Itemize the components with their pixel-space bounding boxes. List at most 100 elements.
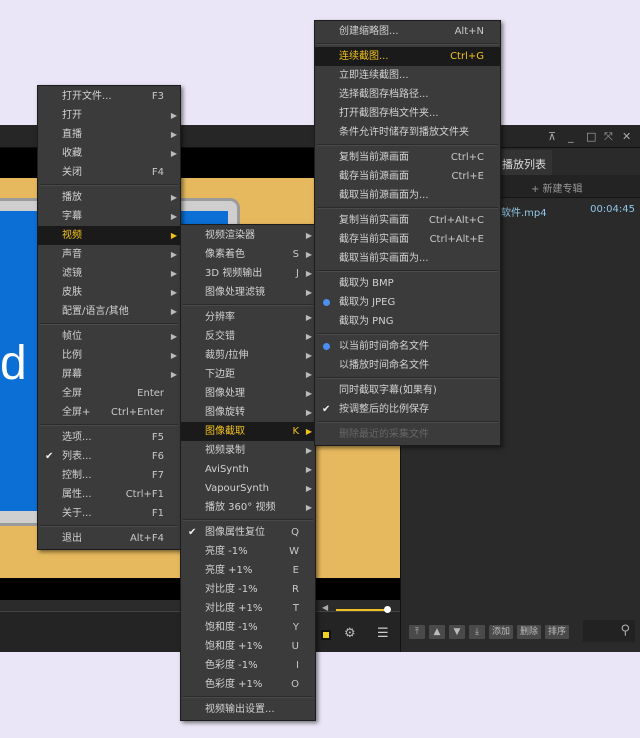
menu-item[interactable]: 帧位 ▶: [38, 327, 180, 346]
menu-item-label: 视频渲染器: [205, 230, 255, 241]
move-up-button[interactable]: ▲: [429, 625, 445, 639]
menu-item[interactable]: 裁剪/拉伸 ▶: [181, 346, 315, 365]
menu-item[interactable]: 视频渲染器 ▶: [181, 226, 315, 245]
menu-item[interactable]: 图像截取 K ▶: [181, 422, 315, 441]
menu-item[interactable]: 3D 视频输出 J ▶: [181, 264, 315, 283]
menu-item[interactable]: 视频 ▶: [38, 226, 180, 245]
menu-item[interactable]: 全屏+ Ctrl+Enter: [38, 403, 180, 422]
menu-item[interactable]: 色彩度 -1% I: [181, 656, 315, 675]
menu-item[interactable]: 声音 ▶: [38, 245, 180, 264]
menu-item[interactable]: 屏幕 ▶: [38, 365, 180, 384]
menu-item-label: 以播放时间命名文件: [339, 360, 429, 371]
menu-item[interactable]: 图像属性复位 Q ✔: [181, 523, 315, 542]
menu-item[interactable]: 截取当前源画面为...: [315, 186, 500, 205]
menu-item[interactable]: 按调整后的比例保存 ✔: [315, 400, 500, 419]
menu-item[interactable]: 图像旋转 ▶: [181, 403, 315, 422]
menu-item-label: 视频输出设置...: [205, 704, 275, 715]
menu-item[interactable]: 视频输出设置...: [181, 700, 315, 719]
menu-item[interactable]: 选择截图存档路径...: [315, 85, 500, 104]
new-album-button[interactable]: + 新建专辑: [531, 180, 583, 195]
menu-item[interactable]: 控制... F7: [38, 466, 180, 485]
menu-item[interactable]: 条件允许时储存到播放文件夹: [315, 123, 500, 142]
menu-item[interactable]: 选项... F5: [38, 428, 180, 447]
menu-icon[interactable]: ☰: [377, 626, 389, 641]
menu-item[interactable]: 连续截图... Ctrl+G: [315, 47, 500, 66]
move-bottom-button[interactable]: ⤓: [469, 625, 485, 639]
menu-item[interactable]: 字幕 ▶: [38, 207, 180, 226]
menu-item[interactable]: 图像处理 ▶: [181, 384, 315, 403]
move-down-button[interactable]: ▼: [449, 625, 465, 639]
menu-item[interactable]: 饱和度 -1% Y: [181, 618, 315, 637]
volume-slider[interactable]: ◀: [318, 603, 400, 616]
menu-item[interactable]: 下边距 ▶: [181, 365, 315, 384]
menu-item[interactable]: 关于... F1: [38, 504, 180, 523]
menu-item[interactable]: 比例 ▶: [38, 346, 180, 365]
menu-item[interactable]: 皮肤 ▶: [38, 283, 180, 302]
menu-item[interactable]: 亮度 -1% W: [181, 542, 315, 561]
menu-item-label: 滤镜: [62, 268, 82, 279]
menu-item[interactable]: 以播放时间命名文件: [315, 356, 500, 375]
menu-item-label: 收藏: [62, 148, 82, 159]
menu-item[interactable]: 同时截取字幕(如果有): [315, 381, 500, 400]
move-top-button[interactable]: ⤒: [409, 625, 425, 639]
close-icon[interactable]: ✕: [622, 130, 631, 143]
menu-item[interactable]: 亮度 +1% E: [181, 561, 315, 580]
menu-item[interactable]: 像素着色 S ▶: [181, 245, 315, 264]
menu-item[interactable]: 打开 ▶: [38, 106, 180, 125]
menu-item[interactable]: 截存当前源画面 Ctrl+E: [315, 167, 500, 186]
menu-item[interactable]: 分辨率 ▶: [181, 308, 315, 327]
menu-item[interactable]: 反交错 ▶: [181, 327, 315, 346]
menu-item-label: 3D 视频输出: [205, 268, 263, 279]
menu-item[interactable]: VapourSynth ▶: [181, 479, 315, 498]
submenu-arrow-icon: ▶: [305, 389, 312, 398]
menu-item-shortcut: Ctrl+C: [450, 152, 484, 163]
menu-item[interactable]: 截取为 PNG: [315, 312, 500, 331]
menu-item[interactable]: 对比度 -1% R: [181, 580, 315, 599]
pin-icon[interactable]: ⊼: [548, 130, 556, 143]
menu-item[interactable]: 滤镜 ▶: [38, 264, 180, 283]
submenu-arrow-icon: ▶: [170, 212, 177, 221]
menu-item[interactable]: 复制当前实画面 Ctrl+Alt+C: [315, 211, 500, 230]
maximize-icon[interactable]: □: [586, 130, 596, 143]
sort-button[interactable]: 排序: [545, 625, 570, 639]
menu-item[interactable]: 色彩度 +1% O: [181, 675, 315, 694]
menu-item[interactable]: 截存当前实画面 Ctrl+Alt+E: [315, 230, 500, 249]
volume-icon[interactable]: ◀: [322, 603, 328, 612]
add-button[interactable]: 添加: [489, 625, 514, 639]
menu-item[interactable]: 饱和度 +1% U: [181, 637, 315, 656]
menu-item[interactable]: 打开截图存档文件夹...: [315, 104, 500, 123]
menu-item[interactable]: 以当前时间命名文件: [315, 337, 500, 356]
menu-item[interactable]: 截取当前实画面为...: [315, 249, 500, 268]
menu-item[interactable]: 立即连续截图...: [315, 66, 500, 85]
menu-item[interactable]: 列表... F6 ✔: [38, 447, 180, 466]
menu-item[interactable]: AviSynth ▶: [181, 460, 315, 479]
menu-item[interactable]: 全屏 Enter: [38, 384, 180, 403]
menu-item-shortcut: F6: [151, 451, 164, 462]
menu-item[interactable]: 播放 ▶: [38, 188, 180, 207]
menu-item[interactable]: 收藏 ▶: [38, 144, 180, 163]
menu-item-shortcut: Y: [292, 622, 299, 633]
menu-item[interactable]: 关闭 F4: [38, 163, 180, 182]
menu-item-label: 截取当前源画面为...: [339, 190, 429, 201]
menu-item[interactable]: 直播 ▶: [38, 125, 180, 144]
menu-item[interactable]: 视频录制 ▶: [181, 441, 315, 460]
tab-playlist[interactable]: 播放列表: [496, 150, 552, 175]
playlist-toggle-icon[interactable]: [321, 630, 331, 640]
fullscreen-icon[interactable]: ⤧: [604, 130, 613, 144]
menu-item[interactable]: 截取为 JPEG: [315, 293, 500, 312]
menu-item[interactable]: 图像处理滤镜 ▶: [181, 283, 315, 302]
menu-item[interactable]: 创建缩略图... Alt+N: [315, 22, 500, 41]
menu-item[interactable]: 属性... Ctrl+F1: [38, 485, 180, 504]
search-button[interactable]: ⚲: [583, 620, 635, 642]
minimize-icon[interactable]: _: [568, 130, 574, 143]
menu-item[interactable]: 复制当前源画面 Ctrl+C: [315, 148, 500, 167]
menu-item[interactable]: 截取为 BMP: [315, 274, 500, 293]
menu-item[interactable]: 退出 Alt+F4: [38, 529, 180, 548]
delete-button[interactable]: 删除: [517, 625, 542, 639]
menu-item[interactable]: 打开文件... F3: [38, 87, 180, 106]
menu-item-shortcut: I: [296, 660, 299, 671]
menu-item[interactable]: 播放 360° 视频 ▶: [181, 498, 315, 517]
settings-gear-icon[interactable]: ⚙: [344, 626, 356, 641]
menu-item[interactable]: 配置/语言/其他 ▶: [38, 302, 180, 321]
menu-item[interactable]: 对比度 +1% T: [181, 599, 315, 618]
